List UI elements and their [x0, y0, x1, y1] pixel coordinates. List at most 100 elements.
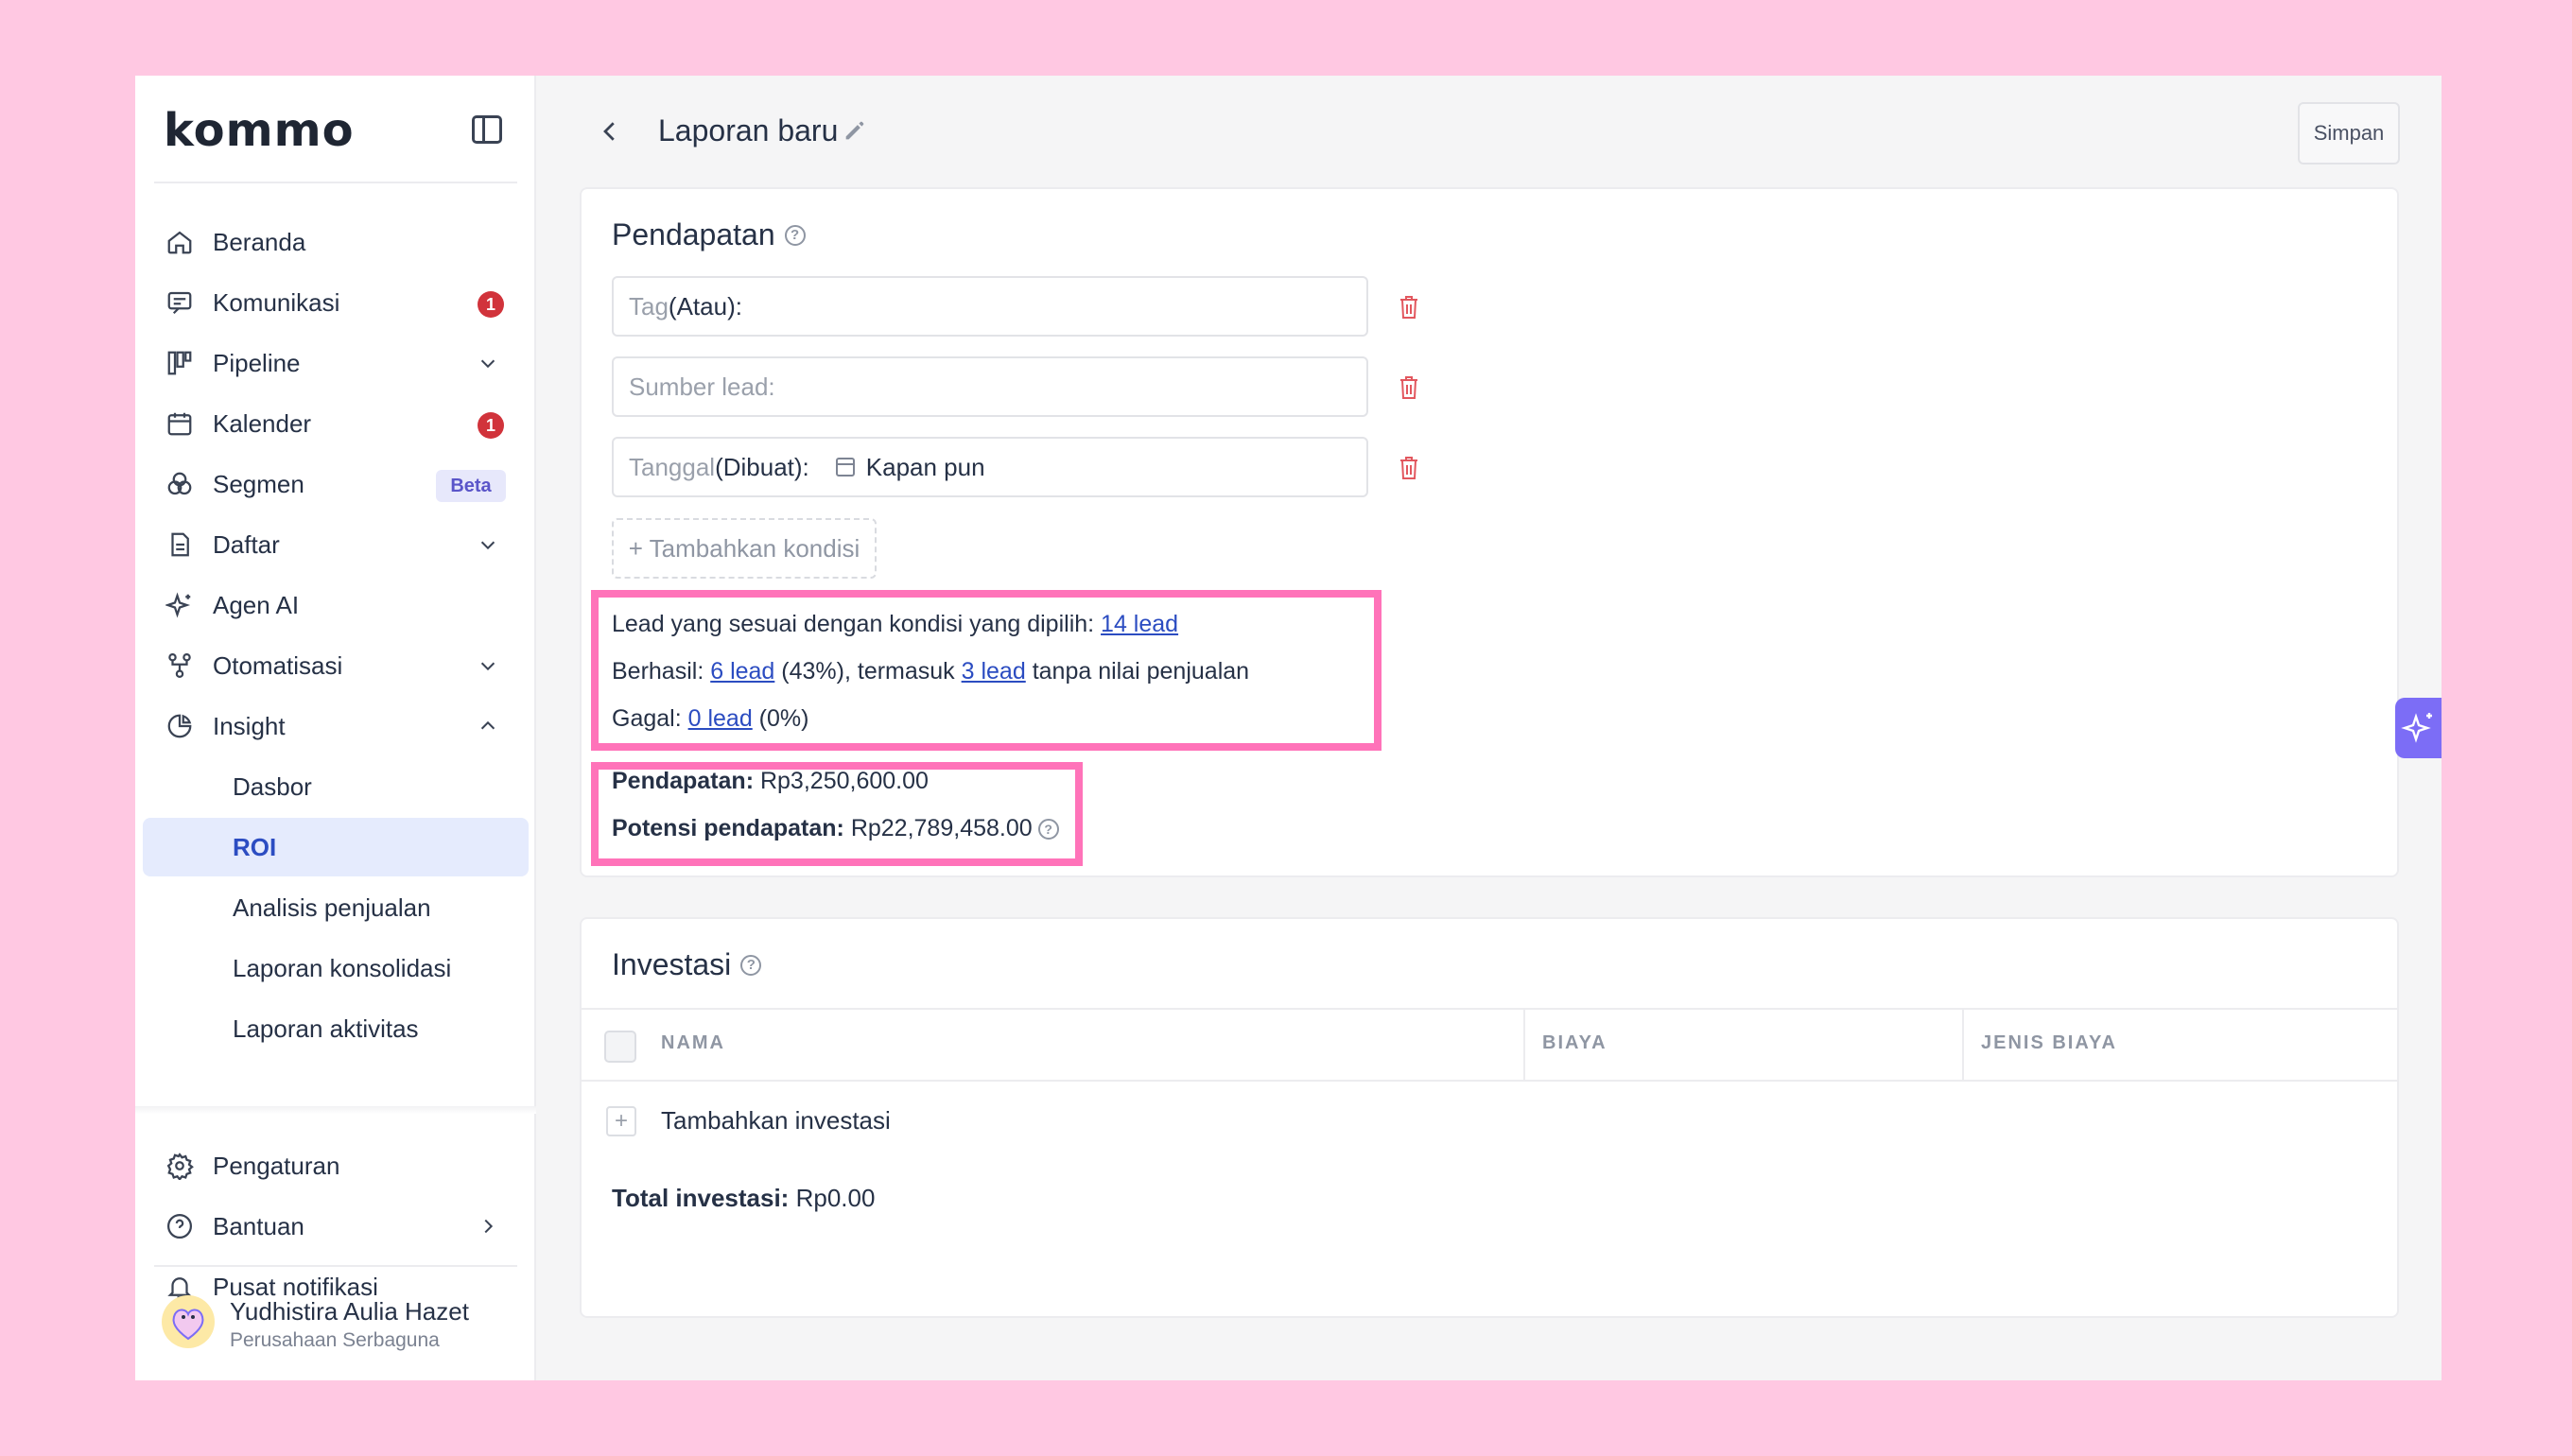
kommo-logo[interactable]: kommo [164, 104, 355, 157]
filter-qualifier: (Atau): [668, 291, 742, 321]
chevron-right-icon[interactable] [478, 1216, 498, 1237]
date-filter-field[interactable]: Tanggal (Dibuat): Kapan pun [612, 437, 1368, 497]
page-title[interactable]: Laporan baru [658, 113, 838, 148]
sidebar-subitem-dasbor[interactable]: Dasbor [135, 757, 536, 816]
failed-leads-line: Gagal: 0 lead (0%) [612, 705, 808, 733]
matching-leads-line: Lead yang sesuai dengan kondisi yang dip… [612, 611, 1178, 638]
divider [154, 1265, 517, 1267]
filter-qualifier: (Dibuat): [715, 452, 809, 481]
trash-icon[interactable] [1399, 375, 1419, 400]
pencil-icon[interactable] [842, 117, 868, 144]
sidebar-collapse-icon[interactable] [472, 115, 502, 144]
add-condition-button[interactable]: + Tambahkan kondisi [612, 518, 877, 579]
column-header-name[interactable]: NAMA [661, 1032, 725, 1054]
revenue-label: Pendapatan: [612, 768, 755, 794]
sidebar: kommo Beranda Komunikasi 1 Pipeline Kale… [135, 76, 536, 1380]
app-window: kommo Beranda Komunikasi 1 Pipeline Kale… [135, 76, 2442, 1380]
revenue-title-text: Pendapatan [612, 217, 775, 251]
sparkle-icon [2401, 713, 2432, 743]
help-icon[interactable]: ? [784, 224, 806, 246]
sidebar-item-label: Dasbor [233, 772, 312, 801]
success-leads-link[interactable]: 6 lead [710, 658, 774, 685]
trash-icon[interactable] [1399, 456, 1419, 480]
save-button[interactable]: Simpan [2298, 102, 2400, 165]
sidebar-item-label: Agen AI [213, 591, 300, 619]
sidebar-item-pengaturan[interactable]: Pengaturan [135, 1136, 536, 1195]
total-investment-line: Total investasi: Rp0.00 [612, 1184, 875, 1213]
failed-leads-link[interactable]: 0 lead [688, 705, 753, 732]
column-header-cost-type[interactable]: JENIS BIAYA [1981, 1032, 2117, 1054]
main-nav: Beranda Komunikasi 1 Pipeline Kalender 1 [135, 208, 536, 1107]
tag-filter-field[interactable]: Tag (Atau): [612, 276, 1368, 337]
revenue-title: Pendapatan ? [612, 217, 806, 252]
sidebar-item-bantuan[interactable]: Bantuan [135, 1197, 536, 1256]
divider [154, 182, 517, 183]
revenue-value: Rp3,250,600.00 [754, 768, 929, 794]
sidebar-subitem-roi[interactable]: ROI [143, 818, 529, 876]
stat-text: tanpa nilai penjualan [1025, 658, 1250, 685]
calendar-icon [167, 412, 192, 436]
stat-text: (0%) [752, 705, 809, 732]
column-header-cost[interactable]: BIAYA [1542, 1032, 1608, 1054]
automation-icon [168, 653, 191, 678]
help-icon[interactable]: ? [1037, 819, 1059, 841]
sidebar-subitem-analisis-penjualan[interactable]: Analisis penjualan [135, 878, 536, 937]
avatar[interactable] [162, 1295, 215, 1348]
sidebar-item-insight[interactable]: Insight [135, 697, 536, 755]
sidebar-item-label: Pipeline [213, 349, 301, 377]
heart-avatar-icon [172, 1309, 204, 1341]
sidebar-item-label: ROI [233, 833, 277, 861]
lead-source-filter-field[interactable]: Sumber lead: [612, 356, 1368, 417]
total-investment-label: Total investasi: [612, 1184, 790, 1212]
event-badge: 1 [478, 412, 504, 439]
pie-chart-icon [167, 714, 192, 738]
add-investment-button[interactable]: Tambahkan investasi [661, 1106, 891, 1135]
date-range-value: Kapan pun [865, 452, 985, 481]
stat-text: Gagal: [612, 705, 688, 732]
sidebar-item-label: Kalender [213, 409, 312, 438]
back-arrow-icon[interactable] [596, 117, 624, 146]
sidebar-item-daftar[interactable]: Daftar [135, 515, 536, 574]
chevron-down-icon[interactable] [478, 655, 498, 676]
help-icon [167, 1214, 192, 1239]
sidebar-item-label: Pengaturan [213, 1152, 340, 1180]
potential-revenue-value: Rp22,789,458.00 [843, 815, 1033, 841]
sidebar-subitem-laporan-konsolidasi[interactable]: Laporan konsolidasi [135, 939, 536, 997]
user-name: Yudhistira Aulia Hazet [230, 1297, 469, 1326]
investment-table-header: NAMA BIAYA JENIS BIAYA [582, 1008, 2397, 1082]
no-value-leads-link[interactable]: 3 lead [962, 658, 1026, 685]
filter-placeholder: Sumber lead: [629, 372, 775, 401]
matching-leads-link[interactable]: 14 lead [1101, 611, 1178, 637]
sidebar-item-otomatisasi[interactable]: Otomatisasi [135, 636, 536, 695]
sidebar-subitem-laporan-aktivitas[interactable]: Laporan aktivitas [135, 999, 536, 1058]
chevron-up-icon[interactable] [478, 716, 498, 737]
unread-badge: 1 [478, 291, 504, 318]
help-icon[interactable]: ? [740, 954, 762, 976]
sidebar-item-label: Daftar [213, 530, 280, 559]
stat-text: Lead yang sesuai dengan kondisi yang dip… [612, 611, 1102, 637]
sidebar-item-label: Laporan konsolidasi [233, 954, 452, 982]
plus-icon[interactable]: + [606, 1106, 636, 1136]
segment-icon [167, 472, 192, 495]
potential-revenue-line: Potensi pendapatan: Rp22,789,458.00? [612, 815, 1059, 842]
sparkle-icon [165, 592, 191, 618]
list-icon [171, 532, 189, 557]
sidebar-item-segmen[interactable]: Segmen Beta [135, 455, 536, 513]
potential-revenue-label: Potensi pendapatan: [612, 815, 844, 841]
sidebar-item-kalender[interactable]: Kalender 1 [135, 394, 536, 453]
sidebar-item-komunikasi[interactable]: Komunikasi 1 [135, 273, 536, 332]
sidebar-item-label: Segmen [213, 470, 304, 498]
success-leads-line: Berhasil: 6 lead (43%), termasuk 3 lead … [612, 658, 1249, 685]
trash-icon[interactable] [1399, 295, 1419, 320]
sidebar-item-label: Otomatisasi [213, 651, 343, 680]
filter-placeholder: Tag [629, 291, 669, 321]
chevron-down-icon[interactable] [478, 353, 498, 373]
sidebar-item-beranda[interactable]: Beranda [135, 213, 536, 271]
chevron-down-icon[interactable] [478, 534, 498, 555]
ai-assistant-button[interactable] [2395, 698, 2442, 758]
sidebar-item-agen-ai[interactable]: Agen AI [135, 576, 536, 634]
filter-placeholder: Tanggal [629, 452, 716, 481]
sidebar-item-label: Analisis penjualan [233, 893, 431, 922]
select-all-checkbox[interactable] [604, 1031, 636, 1063]
sidebar-item-pipeline[interactable]: Pipeline [135, 334, 536, 392]
